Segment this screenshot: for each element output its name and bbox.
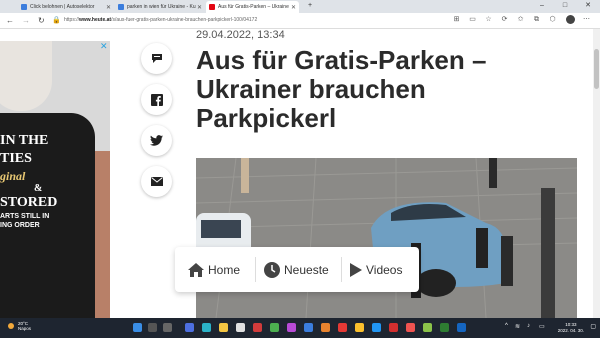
app-icon[interactable] [406, 323, 415, 332]
street-scene-image [196, 158, 577, 318]
mail-icon[interactable] [141, 166, 172, 197]
article-photo[interactable] [196, 158, 577, 318]
tab-1[interactable]: Click belohnen | Autoselektor ✕ [18, 1, 114, 13]
windows-taskbar: 20°C Napos ^ ≋ ♪ ▭ 10:33 2022. 04. 30. ▢ [0, 318, 600, 338]
app-icon[interactable] [338, 323, 347, 332]
tab-label: parken in wien für Ukraine - Ku [127, 4, 196, 10]
home-icon [188, 262, 204, 277]
read-aloud-icon[interactable]: ⊞ [452, 15, 461, 24]
volume-icon[interactable]: ♪ [527, 323, 530, 329]
tab-favicon [118, 4, 124, 10]
app-icon[interactable] [304, 323, 313, 332]
tray-chevron-icon[interactable]: ^ [505, 323, 508, 329]
more-menu-icon[interactable]: ⋯ [582, 15, 591, 24]
article-date: 29.04.2022, 13:34 [196, 29, 285, 41]
taskbar-clock[interactable]: 10:33 2022. 04. 30. [558, 322, 584, 334]
weather-sun-icon[interactable] [8, 323, 14, 329]
bottom-navigation: Home Neueste Videos [175, 247, 419, 292]
nav-latest-label: Neueste [284, 262, 329, 277]
back-icon[interactable]: ← [6, 14, 14, 27]
article-title: Aus für Gratis-Parken – Ukrainer brauche… [196, 45, 487, 133]
ad-model-head [0, 41, 52, 111]
battery-icon[interactable]: ▭ [539, 323, 545, 330]
ad-text: TIES [0, 151, 32, 166]
app-icon[interactable] [287, 323, 296, 332]
ad-text: STORED [0, 195, 58, 210]
address-bar-row: ← → ↻ 🔒 https://www.heute.at/s/aus-fuer-… [0, 13, 600, 29]
nav-latest-button[interactable]: Neueste [264, 247, 329, 292]
nav-videos-button[interactable]: Videos [350, 247, 402, 292]
minimize-button[interactable]: – [532, 0, 552, 12]
tab-3[interactable]: Aus für Gratis-Parken – Ukraine ✕ [206, 1, 299, 13]
scrollbar-thumb[interactable] [594, 49, 599, 89]
edge-icon[interactable] [202, 323, 211, 332]
new-tab-button[interactable]: + [300, 0, 320, 12]
search-icon[interactable] [148, 323, 157, 332]
file-explorer-icon[interactable] [219, 323, 228, 332]
advertisement-banner[interactable]: IN THE TIES ginal & STORED ARTS STILL IN… [0, 41, 110, 318]
twitter-icon[interactable] [141, 125, 172, 156]
app-icon[interactable] [253, 323, 262, 332]
word-icon[interactable] [457, 323, 466, 332]
start-icon[interactable] [133, 323, 142, 332]
extensions-icon[interactable]: ⬡ [548, 15, 557, 24]
tab-favicon [209, 4, 215, 10]
ad-close-icon[interactable]: ✕ [100, 41, 108, 52]
forward-icon[interactable]: → [22, 14, 30, 27]
web-page: IN THE TIES ginal & STORED ARTS STILL IN… [0, 29, 600, 318]
immersive-reader-icon[interactable]: ▭ [468, 15, 477, 24]
tab-label: Aus für Gratis-Parken – Ukraine [218, 4, 289, 10]
ad-text: ARTS STILL IN [0, 213, 50, 220]
app-icon[interactable] [440, 323, 449, 332]
play-icon [350, 262, 362, 277]
wifi-icon[interactable]: ≋ [515, 323, 520, 330]
store-icon[interactable] [236, 323, 245, 332]
tab-favicon [21, 4, 27, 10]
refresh-icon[interactable]: ⟳ [500, 15, 509, 24]
notification-icon[interactable]: ▢ [590, 323, 596, 330]
maximize-button[interactable]: □ [555, 0, 575, 12]
nav-home-button[interactable]: Home [188, 247, 240, 292]
ad-text: & [34, 183, 43, 194]
nav-divider [341, 257, 342, 282]
nav-videos-label: Videos [366, 262, 403, 277]
lock-icon[interactable]: 🔒 [52, 14, 61, 27]
collections-icon[interactable]: ⧉ [532, 15, 541, 24]
ad-text: IN THE [0, 133, 49, 148]
profile-avatar[interactable] [566, 15, 575, 24]
chrome-icon[interactable] [355, 323, 364, 332]
close-tab-icon[interactable]: ✕ [197, 4, 202, 11]
ad-text: ING ORDER [0, 222, 40, 229]
app-icon[interactable] [270, 323, 279, 332]
facebook-icon[interactable] [141, 84, 172, 115]
weather-condition: Napos [18, 326, 32, 331]
weather-widget[interactable]: 20°C Napos [18, 321, 31, 331]
ad-text: ginal [0, 169, 26, 183]
app-icon[interactable] [372, 323, 381, 332]
nav-home-label: Home [208, 262, 241, 277]
teams-icon[interactable] [185, 323, 194, 332]
favorite-icon[interactable]: ☆ [484, 15, 493, 24]
clock-date: 2022. 04. 30. [557, 328, 584, 333]
firefox-icon[interactable] [321, 323, 330, 332]
nav-divider [255, 257, 256, 282]
browser-tab-bar: Click belohnen | Autoselektor ✕ parken i… [0, 0, 600, 13]
app-icon[interactable] [423, 323, 432, 332]
task-view-icon[interactable] [163, 323, 172, 332]
url-field[interactable]: https://www.heute.at/s/aus-fuer-gratis-p… [64, 15, 300, 26]
close-tab-icon[interactable]: ✕ [106, 4, 111, 11]
close-tab-icon[interactable]: ✕ [291, 4, 296, 11]
comment-icon[interactable] [141, 43, 172, 74]
tab-label: Click belohnen | Autoselektor [30, 4, 95, 10]
close-window-button[interactable]: ✕ [578, 0, 598, 12]
tab-2[interactable]: parken in wien für Ukraine - Ku ✕ [115, 1, 205, 13]
clock-icon [264, 261, 280, 278]
page-scrollbar[interactable] [593, 29, 600, 318]
reload-icon[interactable]: ↻ [38, 14, 45, 27]
app-icon[interactable] [389, 323, 398, 332]
favorites-icon[interactable]: ✩ [516, 15, 525, 24]
